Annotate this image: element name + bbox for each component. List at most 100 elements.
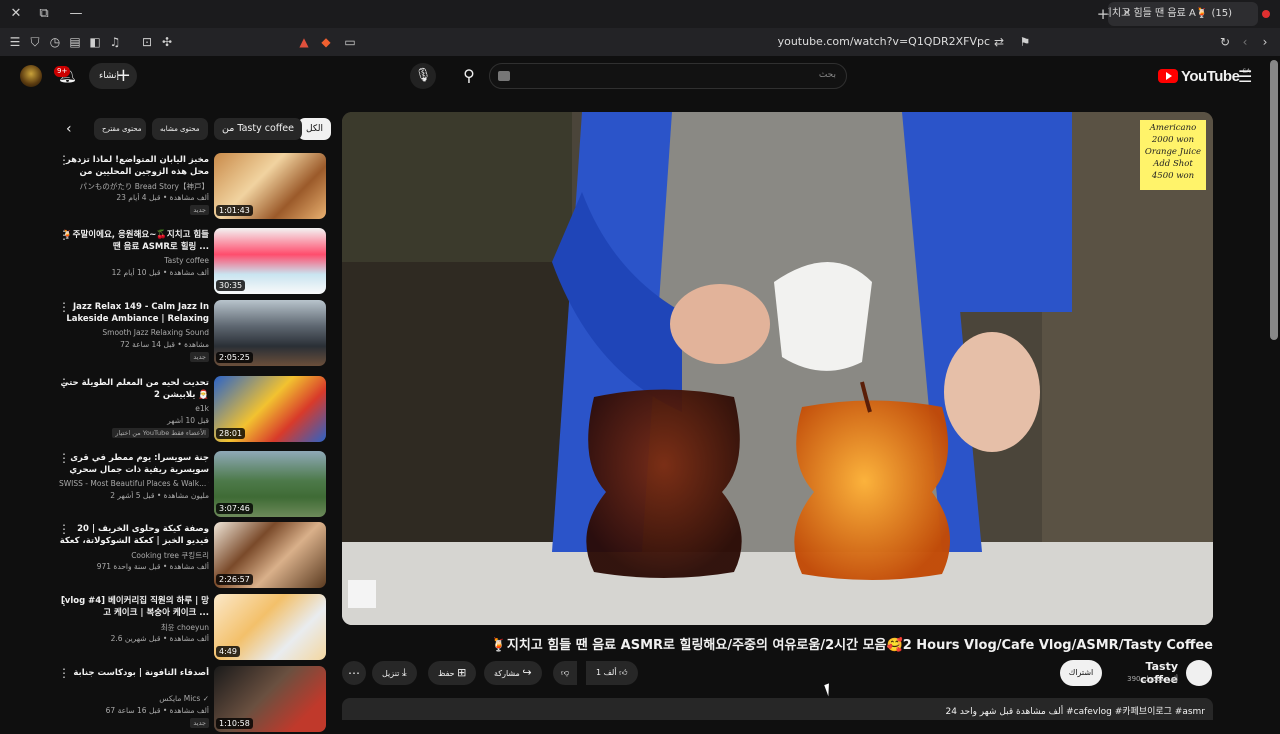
keyboard-icon[interactable] xyxy=(498,71,510,81)
window-close-icon[interactable]: ✕ xyxy=(6,4,26,24)
save-label: حفظ xyxy=(438,669,455,678)
share-button[interactable]: مشاركة ↪ xyxy=(484,661,542,685)
chip-from-channel[interactable]: من Tasty coffee xyxy=(214,118,302,140)
description-box[interactable]: 24 ألف مشاهدة قبل شهر واحد #cafevlog #카페… xyxy=(342,698,1213,720)
recommendation-title[interactable]: 🍹주말이에요, 응원해요~🍒지치고 힘들 땐 음료 ASMR로 힐링 ... xyxy=(59,229,209,253)
video-thumbnail[interactable]: 1:01:43 xyxy=(214,153,326,219)
recommendation-meta: 971 ألف مشاهدة • قبل سنة واحدة xyxy=(96,562,209,571)
recommendation-item[interactable]: 28:01 تحديت لحيه من المعلم الطويلة حتى يل… xyxy=(50,376,326,444)
like-button[interactable]: 1 ألف 👍︎ xyxy=(586,661,638,685)
video-thumbnail[interactable]: 2:05:25 xyxy=(214,300,326,366)
recommendation-channel[interactable]: 최윤 choeyun xyxy=(59,622,209,633)
more-options-icon[interactable]: ⋮ xyxy=(58,451,70,465)
chip-all[interactable]: الكل xyxy=(298,118,332,140)
recommendation-title[interactable]: 20 وصفة كيكة وحلوى الخريف | فيديو الخبز … xyxy=(59,523,209,547)
avatar[interactable] xyxy=(20,65,42,87)
bookmark-icon[interactable]: ⚑ xyxy=(1017,34,1033,50)
dislike-button[interactable]: 👎︎ xyxy=(553,661,578,685)
recommendation-item[interactable]: 2:05:25 Jazz Relax 149 - Calm Jazz In Lak… xyxy=(50,300,326,368)
recommendation-channel[interactable]: SWISS - Most Beautiful Places & Walk... … xyxy=(59,479,209,488)
recommendation-channel[interactable]: Cooking tree 쿠킹트리 xyxy=(59,550,209,561)
voice-search-icon[interactable]: 🎙︎ xyxy=(410,63,436,89)
forward-icon[interactable]: › xyxy=(1257,34,1273,50)
channel-avatar[interactable] xyxy=(1186,660,1212,686)
video-thumbnail[interactable]: 3:07:46 xyxy=(214,451,326,517)
tab-close-icon[interactable]: ✕ xyxy=(1117,4,1137,24)
notification-count-badge: 9+ xyxy=(54,66,71,77)
share-link-icon[interactable]: ⇄ xyxy=(991,34,1007,50)
reload-icon[interactable]: ↻ xyxy=(1217,34,1233,50)
recording-indicator-icon xyxy=(1262,10,1270,18)
subscribe-button[interactable]: اشتراك xyxy=(1060,660,1102,686)
more-options-icon[interactable]: ⋮ xyxy=(58,522,70,536)
shield-icon[interactable]: ⛉ xyxy=(27,34,43,50)
save-button[interactable]: حفظ ⊞ xyxy=(428,661,477,685)
back-icon[interactable]: ‹ xyxy=(1237,34,1253,50)
chip-related[interactable]: محتوى مشابه xyxy=(152,118,208,140)
recommendation-channel[interactable]: مايكس Mics ✓ xyxy=(59,694,209,703)
more-options-icon[interactable]: ⋮ xyxy=(58,228,70,242)
page-scrollbar[interactable] xyxy=(1270,60,1278,340)
thumbs-down-icon: 👎︎ xyxy=(561,668,570,677)
screenshot-icon[interactable]: ⊡ xyxy=(139,34,155,50)
recommendation-channel[interactable]: パンものがたり Bread Story【神戸】 xyxy=(59,181,210,192)
extensions-icon[interactable]: ✣ xyxy=(159,34,175,50)
more-actions-button[interactable]: ⋯ xyxy=(342,661,366,685)
video-player[interactable]: Americano 2000 won Orange Juice Add Shot… xyxy=(342,112,1213,625)
guide-menu-icon[interactable]: ☰ xyxy=(1238,67,1252,86)
window-restore-icon[interactable]: ⧉ xyxy=(34,4,54,24)
recommendation-title[interactable]: تحديت لحيه من المعلم الطويلة حتى يلابيشن… xyxy=(59,377,209,401)
duration-badge: 30:35 xyxy=(216,280,246,291)
menu-icon[interactable]: ☰ xyxy=(7,34,23,50)
brave-rewards-icon[interactable]: ▲ xyxy=(296,34,312,50)
create-button[interactable]: إنشاء + xyxy=(89,63,137,89)
recommendation-item[interactable]: 2:26:57 20 وصفة كيكة وحلوى الخريف | فيديو… xyxy=(50,522,326,590)
video-thumbnail[interactable]: 1:10:58 xyxy=(214,666,326,732)
more-options-icon[interactable]: ⋮ xyxy=(58,594,70,608)
brave-shield-icon[interactable]: ◆ xyxy=(318,34,334,50)
recommendation-title[interactable]: مخبز اليابان المتواضع! لماذا تزدهر محل ه… xyxy=(59,154,209,178)
recommendation-title[interactable]: [vlog #4] 베이커리집 직원의 하루 | 망고 케이크 | 복숭아 케이… xyxy=(59,595,209,619)
recommendation-channel[interactable]: Smooth Jazz Relaxing Sound xyxy=(59,328,209,337)
browser-toolbar xyxy=(0,28,1280,56)
duration-badge: 3:07:46 xyxy=(216,503,253,514)
mouse-cursor xyxy=(824,681,838,697)
recommendation-item[interactable]: 1:10:58 أصدقاء التافونة | بودكاست جنابة ما… xyxy=(50,666,326,734)
chips-scroll-left-icon[interactable]: ‹ xyxy=(66,121,72,137)
youtube-logo-text: YouTube xyxy=(1181,67,1240,85)
recommendation-title[interactable]: Jazz Relax 149 - Calm Jazz In Lakeside A… xyxy=(59,301,209,325)
window-minimize-icon[interactable]: — xyxy=(66,4,86,24)
price-line: 4500 won xyxy=(1151,171,1195,181)
share-icon: ↪ xyxy=(522,666,532,679)
more-options-icon[interactable]: ⋮ xyxy=(58,666,70,680)
recommendation-title[interactable]: أصدقاء التافونة | بودكاست جنابة xyxy=(59,667,209,679)
recommendation-item[interactable]: 3:07:46 جنة سويسرا: يوم ممطر في قرى سويسر… xyxy=(50,451,326,519)
address-bar[interactable]: youtube.com/watch?v=Q1QDR2XFVpc xyxy=(720,35,990,51)
recommendation-meta: 12 ألف مشاهدة • قبل 10 أيام xyxy=(111,268,209,277)
tabs-icon[interactable]: ▤ xyxy=(67,34,83,50)
music-icon[interactable]: ♫ xyxy=(107,34,123,50)
recommendation-channel[interactable]: e1k xyxy=(59,404,209,413)
search-icon[interactable]: ⚲ xyxy=(455,63,483,89)
more-options-icon[interactable]: ⋮ xyxy=(58,153,70,167)
video-title: 🍹지치고 힘들 땐 음료 ASMR로 힐링해요/주중의 여유로움/2시간 모음🥰… xyxy=(490,638,1213,653)
recommendation-title[interactable]: جنة سويسرا: يوم ممطر في قرى سويسرية ريفي… xyxy=(59,452,209,476)
chip-suggested[interactable]: محتوى مقترح xyxy=(94,118,146,140)
reader-mode-icon[interactable]: ▭ xyxy=(342,34,358,50)
video-thumbnail[interactable]: 2:26:57 xyxy=(214,522,326,588)
search-input[interactable]: بحث xyxy=(489,63,847,89)
recommendation-channel[interactable]: Tasty coffee xyxy=(59,256,209,265)
more-options-icon[interactable]: ⋮ xyxy=(58,376,70,390)
sidebar-icon[interactable]: ◧ xyxy=(87,34,103,50)
youtube-logo[interactable]: YouTube SA xyxy=(1158,66,1250,86)
recommendation-item[interactable]: 30:35 🍹주말이에요, 응원해요~🍒지치고 힘들 땐 음료 ASMR로 힐링 … xyxy=(50,228,326,296)
video-thumbnail[interactable]: 30:35 xyxy=(214,228,326,294)
duration-badge: 28:01 xyxy=(216,428,246,439)
download-button[interactable]: تنزيل ⤓ xyxy=(372,661,417,685)
video-thumbnail[interactable]: 28:01 xyxy=(214,376,326,442)
recommendation-item[interactable]: 1:01:43 مخبز اليابان المتواضع! لماذا تزده… xyxy=(50,153,326,221)
history-icon[interactable]: ◷ xyxy=(47,34,63,50)
video-thumbnail[interactable]: 4:49 xyxy=(214,594,326,660)
more-options-icon[interactable]: ⋮ xyxy=(58,300,70,314)
recommendation-item[interactable]: 4:49 [vlog #4] 베이커리집 직원의 하루 | 망고 케이크 | 복숭… xyxy=(50,594,326,662)
